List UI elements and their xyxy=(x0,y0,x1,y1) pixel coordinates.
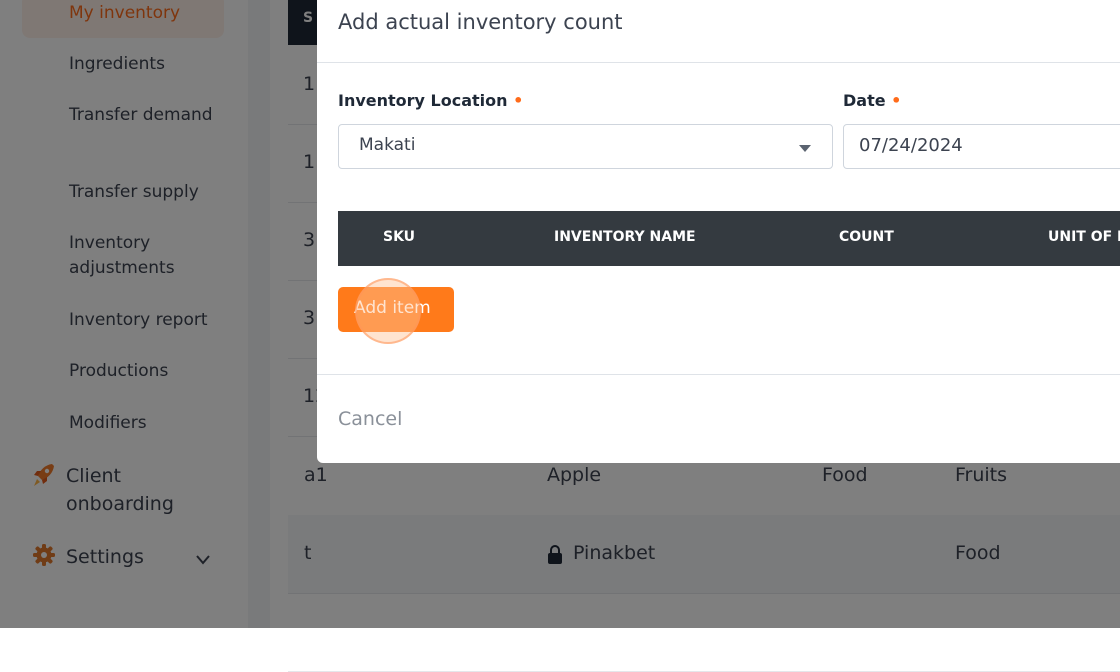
date-input[interactable]: 07/24/2024 xyxy=(843,124,1120,169)
location-label: Inventory Location • xyxy=(338,91,524,110)
footer-divider xyxy=(317,374,1120,375)
column-inventory-name: INVENTORY NAME xyxy=(554,229,696,245)
modal-title: Add actual inventory count xyxy=(338,10,623,34)
chevron-down-icon xyxy=(799,145,811,152)
add-inventory-count-modal: Add actual inventory count Inventory Loc… xyxy=(317,0,1120,463)
date-value: 07/24/2024 xyxy=(859,135,963,156)
required-marker: • xyxy=(891,91,902,110)
inventory-location-select[interactable]: Makati xyxy=(338,124,833,169)
column-unit-of-measure: UNIT OF M xyxy=(1048,229,1120,245)
click-indicator xyxy=(355,278,421,344)
location-value: Makati xyxy=(359,135,416,155)
column-count: COUNT xyxy=(839,229,894,245)
header-divider xyxy=(317,62,1120,63)
date-label: Date • xyxy=(843,91,902,110)
cancel-button[interactable]: Cancel xyxy=(338,408,402,430)
column-sku: SKU xyxy=(383,229,416,245)
items-table-header: SKU INVENTORY NAME COUNT UNIT OF M xyxy=(338,211,1120,266)
required-marker: • xyxy=(513,91,524,110)
